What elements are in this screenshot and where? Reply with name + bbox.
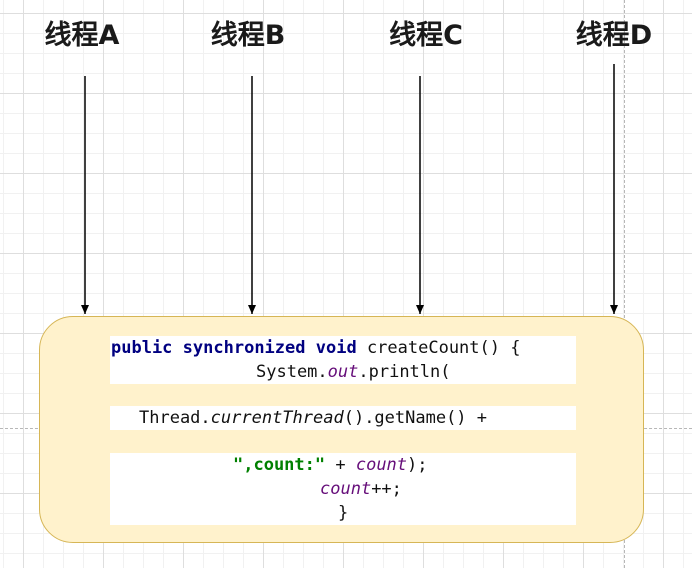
system-text: System. [256, 362, 328, 382]
increment-operator-text: ++; [371, 479, 402, 499]
code-line-thread: Thread.currentThread().getName() + [110, 406, 576, 430]
current-thread-method: currentThread [210, 408, 344, 428]
get-name-text: ().getName() + [343, 408, 488, 428]
plus-operator-text: + [325, 455, 356, 475]
count-increment-field: count [320, 479, 372, 499]
keyword-void: void [315, 338, 357, 358]
code-line-count-string: ",count:" + count); [110, 453, 576, 477]
keyword-synchronized: synchronized [182, 338, 306, 358]
thread-class-text: Thread. [139, 408, 211, 428]
closing-brace: } [338, 503, 349, 523]
count-string-literal: ",count:" [233, 455, 326, 475]
code-line-close-brace: } [110, 501, 576, 525]
close-paren-text: ); [407, 455, 428, 475]
println-text: .println( [358, 362, 451, 382]
code-line-println: System.out.println( [110, 360, 576, 384]
code-line-signature: public synchronized void createCount() { [110, 336, 576, 360]
method-signature-text: createCount() { [356, 338, 521, 358]
out-field: out [327, 362, 359, 382]
code-line-increment: count++; [110, 477, 576, 501]
keyword-public: public [111, 338, 173, 358]
count-field: count [355, 455, 408, 475]
